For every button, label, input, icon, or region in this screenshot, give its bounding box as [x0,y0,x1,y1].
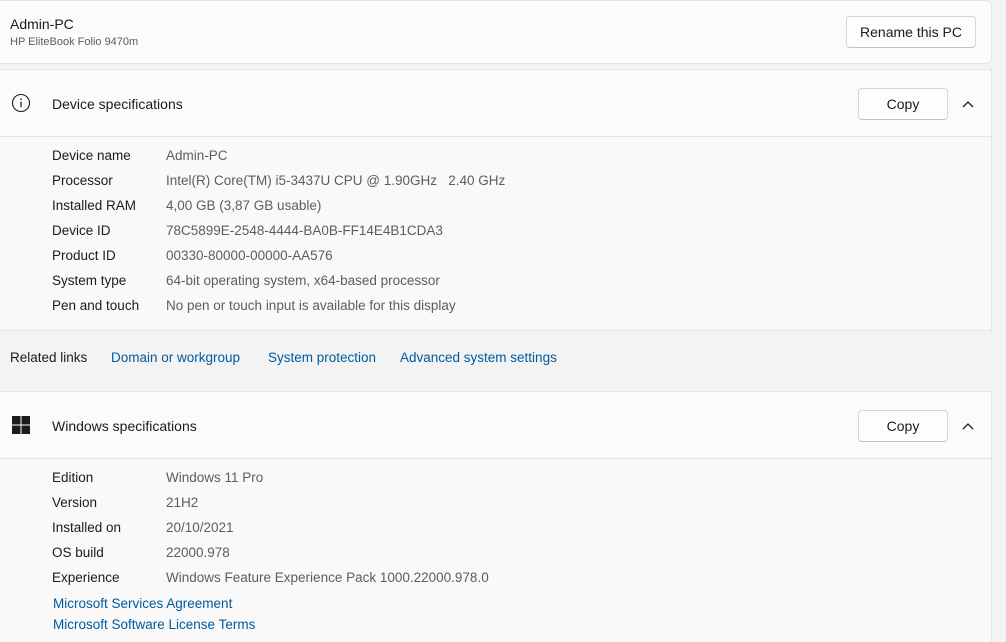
spec-label: Installed RAM [52,198,137,213]
spec-label: Device ID [52,223,111,238]
chevron-up-icon[interactable] [958,417,978,435]
spec-value: Windows 11 Pro [166,470,264,485]
spec-value: 78C5899E-2548-4444-BA0B-FF14E4B1CDA3 [166,223,443,238]
spec-label: System type [52,273,127,288]
spec-label: Pen and touch [52,298,140,313]
microsoft-services-agreement-link[interactable]: Microsoft Services Agreement [53,596,232,611]
spec-value: 4,00 GB (3,87 GB usable) [166,198,322,213]
windows-specifications-header[interactable]: Windows specifications Copy [0,391,992,459]
domain-or-workgroup-link[interactable]: Domain or workgroup [111,350,240,365]
system-protection-link[interactable]: System protection [268,350,376,365]
scrollbar-track[interactable] [992,0,1006,642]
spec-label: Processor [52,173,113,188]
spec-value: Windows Feature Experience Pack 1000.220… [166,570,489,585]
pc-model: HP EliteBook Folio 9470m [10,36,139,48]
spec-value: No pen or touch input is available for t… [166,298,456,313]
spec-value: 22000.978 [166,545,230,560]
spec-value: 20/10/2021 [166,520,234,535]
advanced-system-settings-link[interactable]: Advanced system settings [400,350,557,365]
spec-value: Intel(R) Core(TM) i5-3437U CPU @ 1.90GHz… [166,173,506,188]
windows-logo-icon [12,416,30,434]
info-icon [11,93,31,113]
copy-device-specs-button[interactable]: Copy [858,88,948,120]
pc-name-card: Admin-PC HP EliteBook Folio 9470m Rename… [0,0,992,64]
spec-value: 21H2 [166,495,199,510]
spec-label: Device name [52,148,131,163]
spec-label: Installed on [52,520,122,535]
spec-label: Version [52,495,98,510]
spec-value: Admin-PC [166,148,228,163]
chevron-up-icon[interactable] [958,95,978,113]
related-links-label: Related links [10,350,88,365]
related-links-bar: Related links Domain or workgroup System… [0,330,992,388]
copy-windows-specs-button[interactable]: Copy [858,410,948,442]
device-specifications-header[interactable]: Device specifications Copy [0,69,992,137]
spec-value: 00330-80000-00000-AA576 [166,248,333,263]
spec-label: Edition [52,470,94,485]
spec-label: Product ID [52,248,116,263]
rename-pc-button[interactable]: Rename this PC [846,16,976,48]
pc-name: Admin-PC [10,16,74,32]
spec-label: OS build [52,545,104,560]
spec-label: Experience [52,570,120,585]
device-specifications-title: Device specifications [52,96,183,112]
device-specifications-body: Device name Admin-PC Processor Intel(R) … [0,137,992,330]
microsoft-software-license-terms-link[interactable]: Microsoft Software License Terms [53,617,255,632]
windows-specifications-body: Edition Windows 11 Pro Version 21H2 Inst… [0,459,992,642]
spec-value: 64-bit operating system, x64-based proce… [166,273,440,288]
windows-specifications-title: Windows specifications [52,418,197,434]
